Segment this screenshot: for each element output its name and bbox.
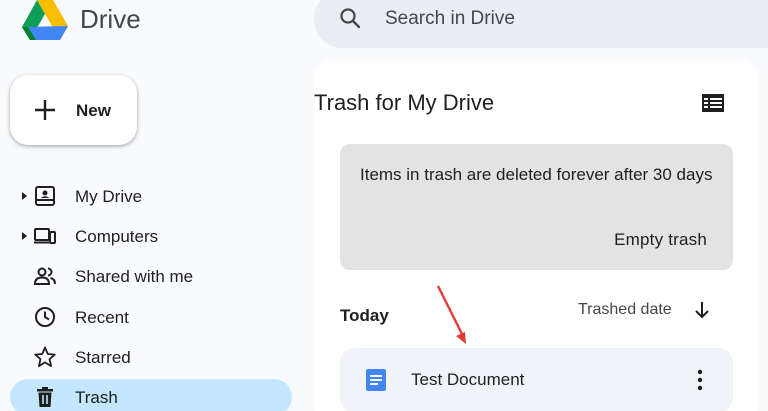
expand-caret-icon[interactable] xyxy=(20,232,28,240)
sidebar-item-label: Trash xyxy=(75,388,118,407)
computers-icon xyxy=(34,228,56,244)
expand-caret-icon[interactable] xyxy=(20,192,28,200)
empty-trash-button[interactable]: Empty trash xyxy=(614,230,707,250)
sidebar-item-label: My Drive xyxy=(75,187,143,206)
trash-notice-banner: Items in trash are deleted forever after… xyxy=(340,144,733,270)
notice-message: Items in trash are deleted forever after… xyxy=(360,165,713,184)
sidebar-item-computers[interactable]: Computers xyxy=(10,218,292,254)
sidebar-item-label: Starred xyxy=(75,348,131,367)
drive-logo-icon xyxy=(22,0,68,40)
sidebar-item-my-drive[interactable]: My Drive xyxy=(10,178,292,214)
arrow-down-icon[interactable] xyxy=(692,300,712,320)
new-button-label: New xyxy=(76,101,111,120)
search-bar[interactable]: Search in Drive xyxy=(314,0,768,48)
sidebar-item-label: Computers xyxy=(75,227,159,246)
sort-by-trashed-date[interactable]: Trashed date xyxy=(578,301,672,319)
sidebar-item-shared-with-me[interactable]: Shared with me xyxy=(10,258,292,294)
star-icon xyxy=(34,346,56,368)
sidebar-item-starred[interactable]: Starred xyxy=(10,339,292,375)
more-options-icon[interactable] xyxy=(696,369,704,391)
my-drive-icon xyxy=(35,186,55,206)
sidebar-item-label: Shared with me xyxy=(75,267,194,286)
document-icon xyxy=(366,369,386,391)
list-view-icon[interactable] xyxy=(702,94,724,112)
section-heading: Today xyxy=(340,306,389,325)
search-input[interactable]: Search in Drive xyxy=(385,8,515,30)
app-title[interactable]: Drive xyxy=(80,4,141,35)
shared-icon xyxy=(34,267,56,285)
new-button[interactable]: New xyxy=(10,75,137,145)
sidebar-item-recent[interactable]: Recent xyxy=(10,299,292,335)
file-name[interactable]: Test Document xyxy=(411,370,524,390)
search-icon[interactable] xyxy=(338,6,362,30)
annotation-arrow-icon xyxy=(436,285,466,344)
sidebar-item-label: Recent xyxy=(75,308,129,327)
main-panel: Trash for My Drive Items in trash are de… xyxy=(314,60,758,411)
trash-icon xyxy=(37,387,53,407)
file-row[interactable]: Test Document xyxy=(340,348,733,411)
sidebar-item-trash[interactable]: Trash xyxy=(10,379,292,411)
plus-icon xyxy=(35,100,55,120)
clock-icon xyxy=(35,307,55,327)
page-title: Trash for My Drive xyxy=(314,90,495,115)
